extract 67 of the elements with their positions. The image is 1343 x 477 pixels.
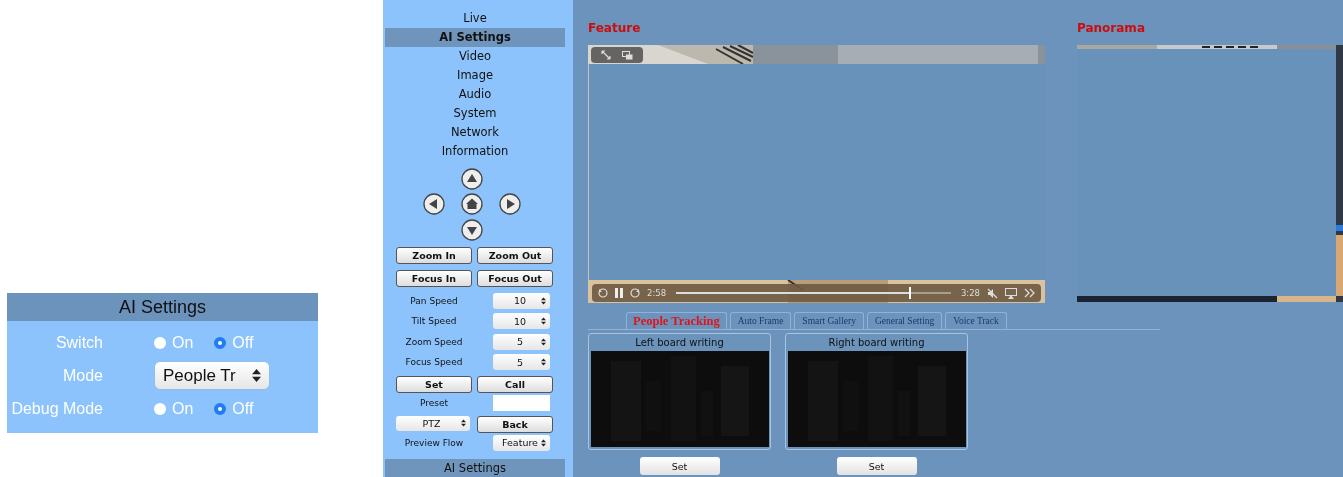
up-down-arrow-icon: [461, 419, 466, 427]
pause-icon: [615, 288, 623, 298]
speed-label: Tilt Speed: [410, 316, 458, 327]
control-mode-select[interactable]: PTZ: [396, 415, 470, 431]
menu-item[interactable]: Information: [385, 142, 565, 161]
menu-item[interactable]: Audio: [385, 85, 565, 104]
duration-time: 3:28: [960, 288, 980, 298]
current-time: 2:58: [647, 288, 667, 298]
speed-select[interactable]: 5: [493, 354, 550, 371]
up-down-arrow-icon: [541, 337, 546, 346]
zoom-button[interactable]: Zoom In: [396, 246, 472, 264]
up-down-arrow-icon: [541, 358, 546, 367]
seek-thumb[interactable]: [908, 287, 911, 299]
preview-flow-label: Preview Flow: [403, 437, 465, 448]
tab[interactable]: General Setting: [866, 312, 943, 329]
menu-item[interactable]: Network: [385, 123, 565, 142]
menu-item[interactable]: Video: [385, 47, 565, 66]
back-button[interactable]: Back: [477, 415, 553, 433]
board-title: Right board writing: [828, 336, 925, 350]
focus-button[interactable]: Focus Out: [477, 269, 553, 287]
home-icon[interactable]: [461, 193, 483, 216]
preset-label: Preset: [418, 397, 450, 408]
up-down-arrow-icon: [541, 438, 546, 447]
speed-label: Zoom Speed: [404, 336, 464, 347]
panel-title: Panorama: [1077, 20, 1145, 37]
speed-select[interactable]: 10: [493, 313, 550, 330]
field-label: Switch: [54, 333, 103, 352]
picture-in-picture-icon: [622, 50, 634, 60]
menu-item[interactable]: Image: [385, 66, 565, 85]
board-title: Left board writing: [635, 336, 724, 350]
up-down-arrow-icon: [252, 369, 261, 382]
up-down-arrow-icon: [541, 296, 546, 305]
panel-title: AI Settings: [7, 293, 318, 321]
radio-button[interactable]: [214, 402, 227, 415]
speed-label: Focus Speed: [404, 357, 464, 368]
tab[interactable]: Smart Gallery: [794, 312, 864, 329]
skip-forward-icon: [630, 288, 640, 298]
menu-item[interactable]: System: [385, 104, 565, 123]
menu-item[interactable]: Live: [385, 9, 565, 28]
set-button[interactable]: Set: [836, 457, 917, 475]
preset-input[interactable]: [493, 394, 550, 411]
radio-button[interactable]: [214, 336, 227, 349]
sidebar-section-header[interactable]: AI Settings: [385, 458, 565, 477]
preset-button[interactable]: Call: [477, 375, 553, 393]
field-label: Debug Mode: [10, 399, 103, 418]
menu-item[interactable]: AI Settings: [385, 28, 565, 47]
preset-button[interactable]: Set: [396, 375, 472, 393]
zoom-button[interactable]: Zoom Out: [477, 246, 553, 264]
tab[interactable]: Voice Track: [945, 312, 1007, 329]
radio-button[interactable]: [154, 336, 166, 349]
double-chevron-icon: [1024, 288, 1035, 298]
radio-button[interactable]: [154, 402, 166, 415]
screen-cast-icon: [1005, 287, 1017, 299]
tab[interactable]: Auto Frame: [729, 312, 792, 329]
mode-select[interactable]: People Tr: [155, 362, 269, 389]
panel-title: Feature: [588, 20, 641, 37]
preview-flow-select[interactable]: Feature: [493, 434, 550, 451]
speed-select[interactable]: 5: [493, 333, 550, 350]
focus-button[interactable]: Focus In: [396, 269, 472, 287]
expand-icon: [600, 50, 611, 60]
set-button[interactable]: Set: [639, 457, 720, 475]
muted-speaker-icon: [987, 287, 998, 299]
skip-back-icon: [598, 288, 608, 298]
speed-label: Pan Speed: [409, 295, 459, 306]
up-down-arrow-icon: [541, 317, 546, 326]
speed-select[interactable]: 10: [493, 292, 550, 309]
field-label: Mode: [61, 366, 103, 385]
